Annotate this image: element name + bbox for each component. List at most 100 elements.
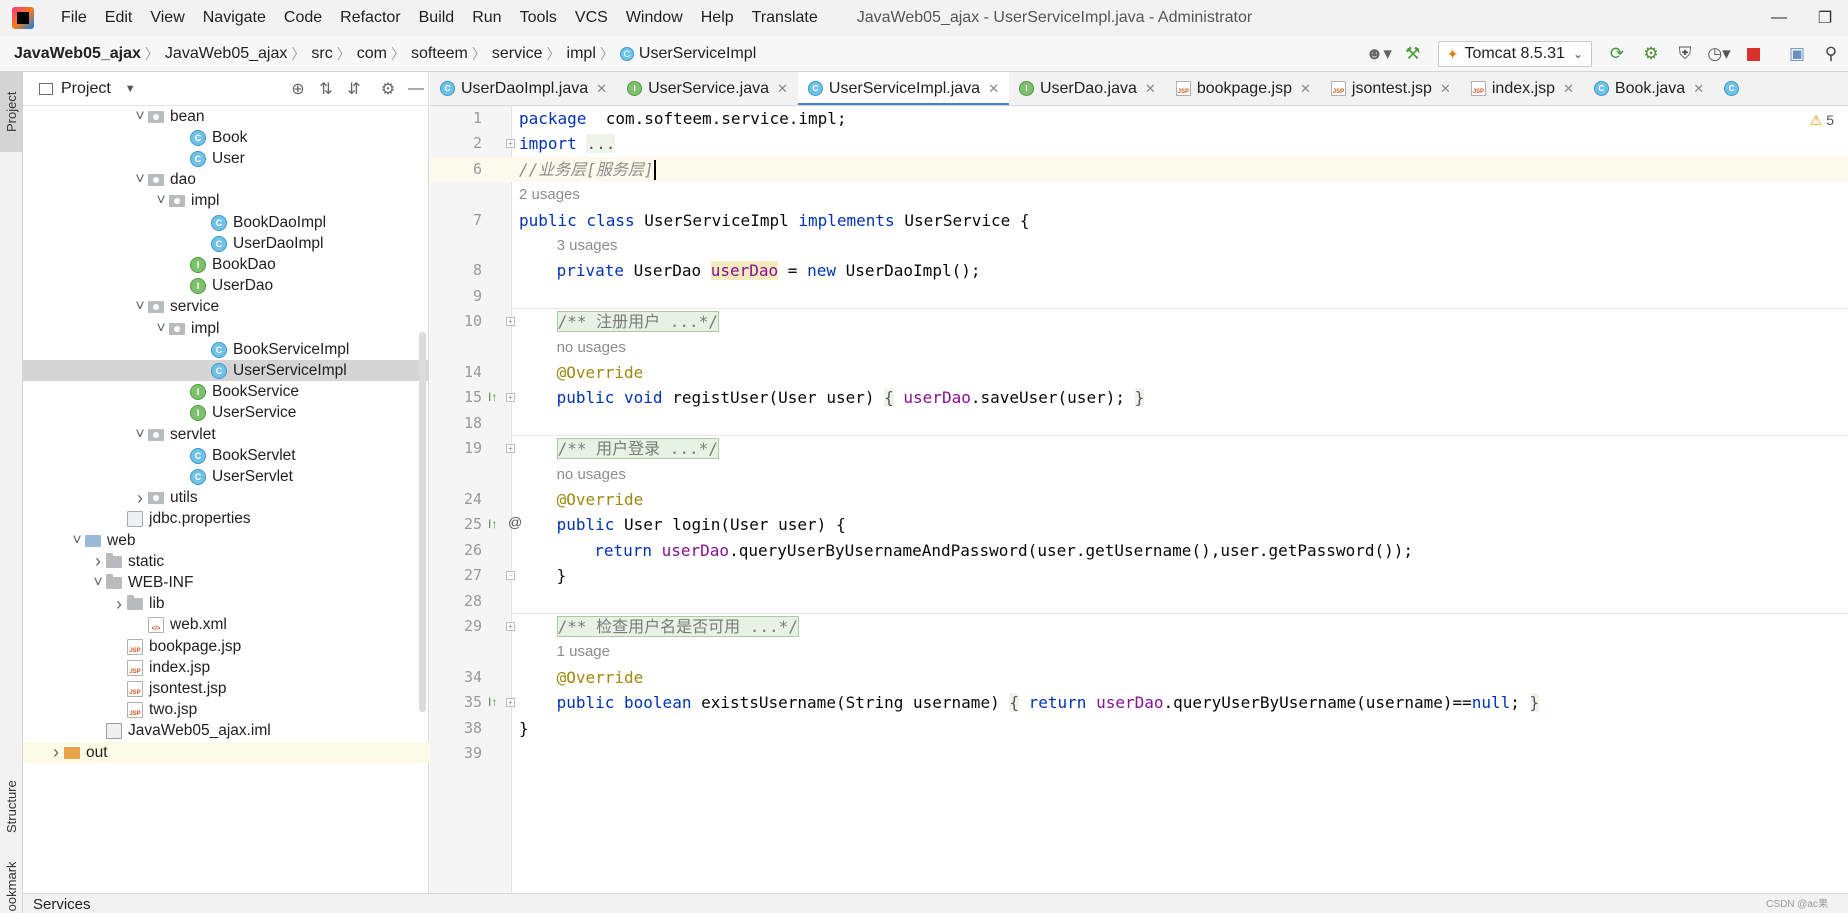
tree-item-service[interactable]: ˅ service: [23, 297, 429, 318]
chevron-down-icon[interactable]: ˅: [153, 320, 169, 338]
code-editor[interactable]: 1 package com.softeem.service.impl; 2 + impo…: [430, 106, 1848, 893]
tree-item-userdao[interactable]: I UserDao: [23, 276, 429, 297]
project-panel-title[interactable]: Project: [61, 80, 111, 98]
restore-icon[interactable]: ❐: [1802, 0, 1848, 36]
debug-icon[interactable]: ⚙: [1636, 39, 1666, 69]
close-icon[interactable]: ✕: [1300, 81, 1311, 97]
menu-view[interactable]: View: [141, 9, 193, 27]
close-icon[interactable]: ✕: [1563, 81, 1574, 97]
warnings-indicator[interactable]: ⚠ 5: [1810, 112, 1834, 129]
search-icon[interactable]: ⚲: [1816, 39, 1846, 69]
breadcrumb-item[interactable]: service: [486, 45, 547, 63]
tree-item-userdaoimpl[interactable]: C UserDaoImpl: [23, 233, 429, 254]
locate-icon[interactable]: ⊕: [287, 78, 309, 100]
menu-code[interactable]: Code: [275, 9, 331, 27]
layout-icon[interactable]: ▣: [1782, 39, 1812, 69]
rerun-icon[interactable]: ⟳: [1602, 39, 1632, 69]
tree-item-two-jsp[interactable]: JSP two.jsp: [23, 700, 429, 721]
usages-hint-text[interactable]: no usages: [557, 335, 626, 360]
tree-item-userservlet[interactable]: C UserServlet: [23, 466, 429, 487]
menu-help[interactable]: Help: [692, 9, 743, 27]
tree-item-user[interactable]: C User: [23, 148, 429, 169]
menu-vcs[interactable]: VCS: [566, 9, 617, 27]
close-icon[interactable]: ✕: [1440, 81, 1451, 97]
tree-item-out[interactable]: › out: [23, 742, 429, 763]
close-icon[interactable]: ✕: [988, 81, 999, 97]
stop-icon[interactable]: [1738, 39, 1768, 69]
editor-tab-index-jsp[interactable]: JSP index.jsp ✕: [1461, 72, 1584, 105]
build-hammer-icon[interactable]: ⚒: [1398, 39, 1428, 69]
breadcrumb-item[interactable]: com: [351, 45, 391, 63]
profile-icon[interactable]: ◷▾: [1704, 39, 1734, 69]
tree-item-bean[interactable]: ˅ bean: [23, 106, 429, 127]
editor-tab-userservice-java[interactable]: I UserService.java ✕: [617, 72, 798, 105]
tree-item-jsontest-jsp[interactable]: JSP jsontest.jsp: [23, 678, 429, 699]
tree-item-lib[interactable]: › lib: [23, 594, 429, 615]
tree-item-index-jsp[interactable]: JSP index.jsp: [23, 657, 429, 678]
chevron-right-icon[interactable]: ›: [90, 551, 106, 572]
menu-build[interactable]: Build: [410, 9, 464, 27]
editor-tab-userdaoimpl-java[interactable]: C UserDaoImpl.java ✕: [430, 72, 617, 105]
chevron-down-icon[interactable]: ˅: [132, 426, 148, 444]
tree-item-static[interactable]: › static: [23, 551, 429, 572]
tree-item-userservice[interactable]: I UserService: [23, 403, 429, 424]
close-icon[interactable]: ✕: [777, 81, 788, 97]
tree-item-utils[interactable]: › utils: [23, 488, 429, 509]
services-tool-tab[interactable]: Services: [33, 896, 91, 913]
chevron-down-icon[interactable]: ˅: [90, 574, 106, 592]
breadcrumb-item[interactable]: impl: [561, 45, 600, 63]
expand-all-icon[interactable]: ⇅: [315, 78, 337, 100]
chevron-down-icon[interactable]: ˅: [153, 192, 169, 210]
tree-item-impl[interactable]: ˅ impl: [23, 191, 429, 212]
gear-icon[interactable]: ⚙: [377, 78, 399, 100]
implements-method-icon[interactable]: I↑: [488, 516, 497, 533]
menu-file[interactable]: File: [52, 9, 96, 27]
structure-tool-tab[interactable]: Structure: [0, 762, 23, 852]
tree-item-jdbc-properties[interactable]: jdbc.properties: [23, 509, 429, 530]
fold-expand-icon[interactable]: +: [506, 139, 515, 149]
fold-expand-icon[interactable]: +: [506, 622, 515, 631]
tree-item-book[interactable]: C Book: [23, 127, 429, 148]
tree-item-dao[interactable]: ˅ dao: [23, 170, 429, 191]
tree-item-bookserviceimpl[interactable]: C BookServiceImpl: [23, 339, 429, 360]
tree-item-web-xml[interactable]: </> web.xml: [23, 615, 429, 636]
tree-item-bookdao[interactable]: I BookDao: [23, 254, 429, 275]
menu-edit[interactable]: Edit: [96, 9, 142, 27]
close-icon[interactable]: ✕: [1145, 81, 1156, 97]
editor-tab-userserviceimpl-java[interactable]: C UserServiceImpl.java ✕: [797, 72, 1010, 105]
chevron-down-icon[interactable]: ˅: [69, 532, 85, 550]
chevron-down-icon[interactable]: ˅: [132, 108, 148, 126]
chevron-down-icon[interactable]: ˅: [132, 171, 148, 189]
breadcrumb-item[interactable]: src: [305, 45, 336, 63]
chevron-right-icon[interactable]: ›: [48, 742, 64, 763]
collapse-all-icon[interactable]: ⇵: [343, 78, 365, 100]
fold-expand-icon[interactable]: +: [506, 698, 515, 708]
tree-item-web[interactable]: ˅ web: [23, 530, 429, 551]
tree-item-web-inf[interactable]: ˅ WEB-INF: [23, 572, 429, 593]
bookmarks-tool-tab[interactable]: Bookmarks: [0, 862, 23, 912]
menu-window[interactable]: Window: [617, 9, 692, 27]
user-icon[interactable]: ☻▾: [1364, 39, 1394, 69]
tree-item-servlet[interactable]: ˅ servlet: [23, 424, 429, 445]
usages-hint-text[interactable]: 2 usages: [519, 182, 580, 207]
editor-tab-bookpage-jsp[interactable]: JSP bookpage.jsp ✕: [1166, 72, 1321, 105]
fold-expand-icon[interactable]: +: [506, 317, 515, 327]
tree-item-impl[interactable]: ˅ impl: [23, 318, 429, 339]
minimize-icon[interactable]: —: [1756, 0, 1802, 36]
tree-item-bookdaoimpl[interactable]: C BookDaoImpl: [23, 212, 429, 233]
close-icon[interactable]: ✕: [1693, 81, 1704, 97]
breadcrumb-item[interactable]: C UserServiceImpl: [614, 45, 760, 63]
project-tool-tab[interactable]: Project: [0, 72, 23, 152]
menu-run[interactable]: Run: [463, 9, 510, 27]
menu-tools[interactable]: Tools: [511, 9, 566, 27]
breadcrumb-item[interactable]: JavaWeb05_ajax: [159, 45, 291, 63]
chevron-down-icon[interactable]: ▼: [125, 83, 136, 95]
chevron-right-icon[interactable]: ›: [132, 488, 148, 509]
editor-tab-overflow[interactable]: C: [1714, 72, 1755, 105]
breadcrumb-item[interactable]: softeem: [405, 45, 472, 63]
scrollbar[interactable]: [419, 332, 426, 712]
fold-expand-icon[interactable]: +: [506, 393, 515, 403]
implements-method-icon[interactable]: I↑: [488, 694, 497, 711]
implements-method-icon[interactable]: I↑: [488, 389, 497, 406]
usages-hint-text[interactable]: no usages: [557, 462, 626, 487]
